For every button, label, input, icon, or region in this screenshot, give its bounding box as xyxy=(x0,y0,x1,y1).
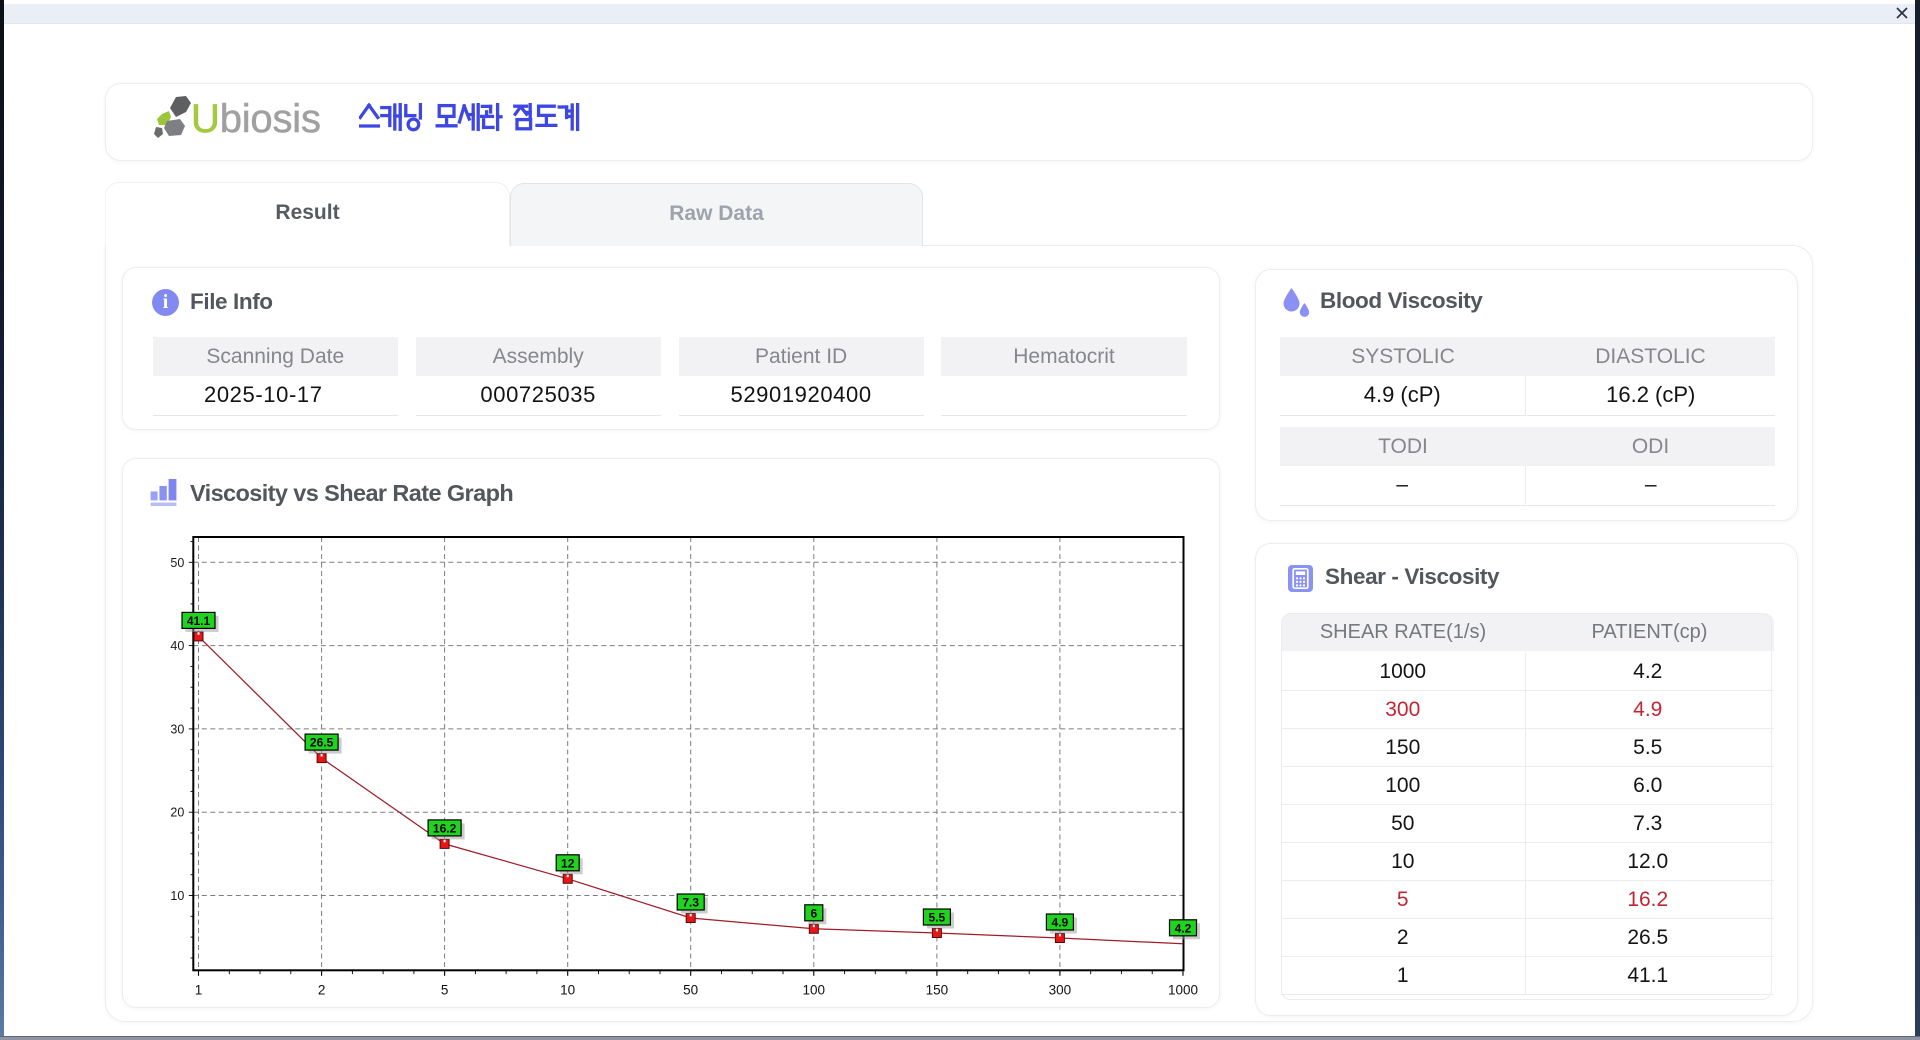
svg-text:30: 30 xyxy=(170,722,184,736)
svg-text:1000: 1000 xyxy=(1168,982,1198,997)
svg-text:1: 1 xyxy=(195,982,203,997)
svg-text:10: 10 xyxy=(560,982,575,997)
svg-text:150: 150 xyxy=(926,982,949,997)
svg-text:40: 40 xyxy=(170,639,184,653)
svg-text:20: 20 xyxy=(170,806,184,820)
svg-text:5.5: 5.5 xyxy=(929,911,946,925)
svg-text:16.2: 16.2 xyxy=(433,821,457,835)
svg-text:300: 300 xyxy=(1049,982,1072,997)
svg-text:50: 50 xyxy=(683,982,698,997)
svg-text:12: 12 xyxy=(561,856,575,870)
svg-text:6: 6 xyxy=(810,906,817,920)
svg-text:7.3: 7.3 xyxy=(682,896,699,910)
svg-text:4.2: 4.2 xyxy=(1175,921,1192,935)
svg-text:10: 10 xyxy=(170,889,184,903)
svg-text:41.1: 41.1 xyxy=(187,614,211,628)
svg-text:50: 50 xyxy=(170,556,184,570)
svg-text:5: 5 xyxy=(441,982,449,997)
svg-text:26.5: 26.5 xyxy=(310,736,334,750)
svg-text:100: 100 xyxy=(803,982,826,997)
svg-text:2: 2 xyxy=(318,982,326,997)
svg-text:4.9: 4.9 xyxy=(1052,916,1069,930)
